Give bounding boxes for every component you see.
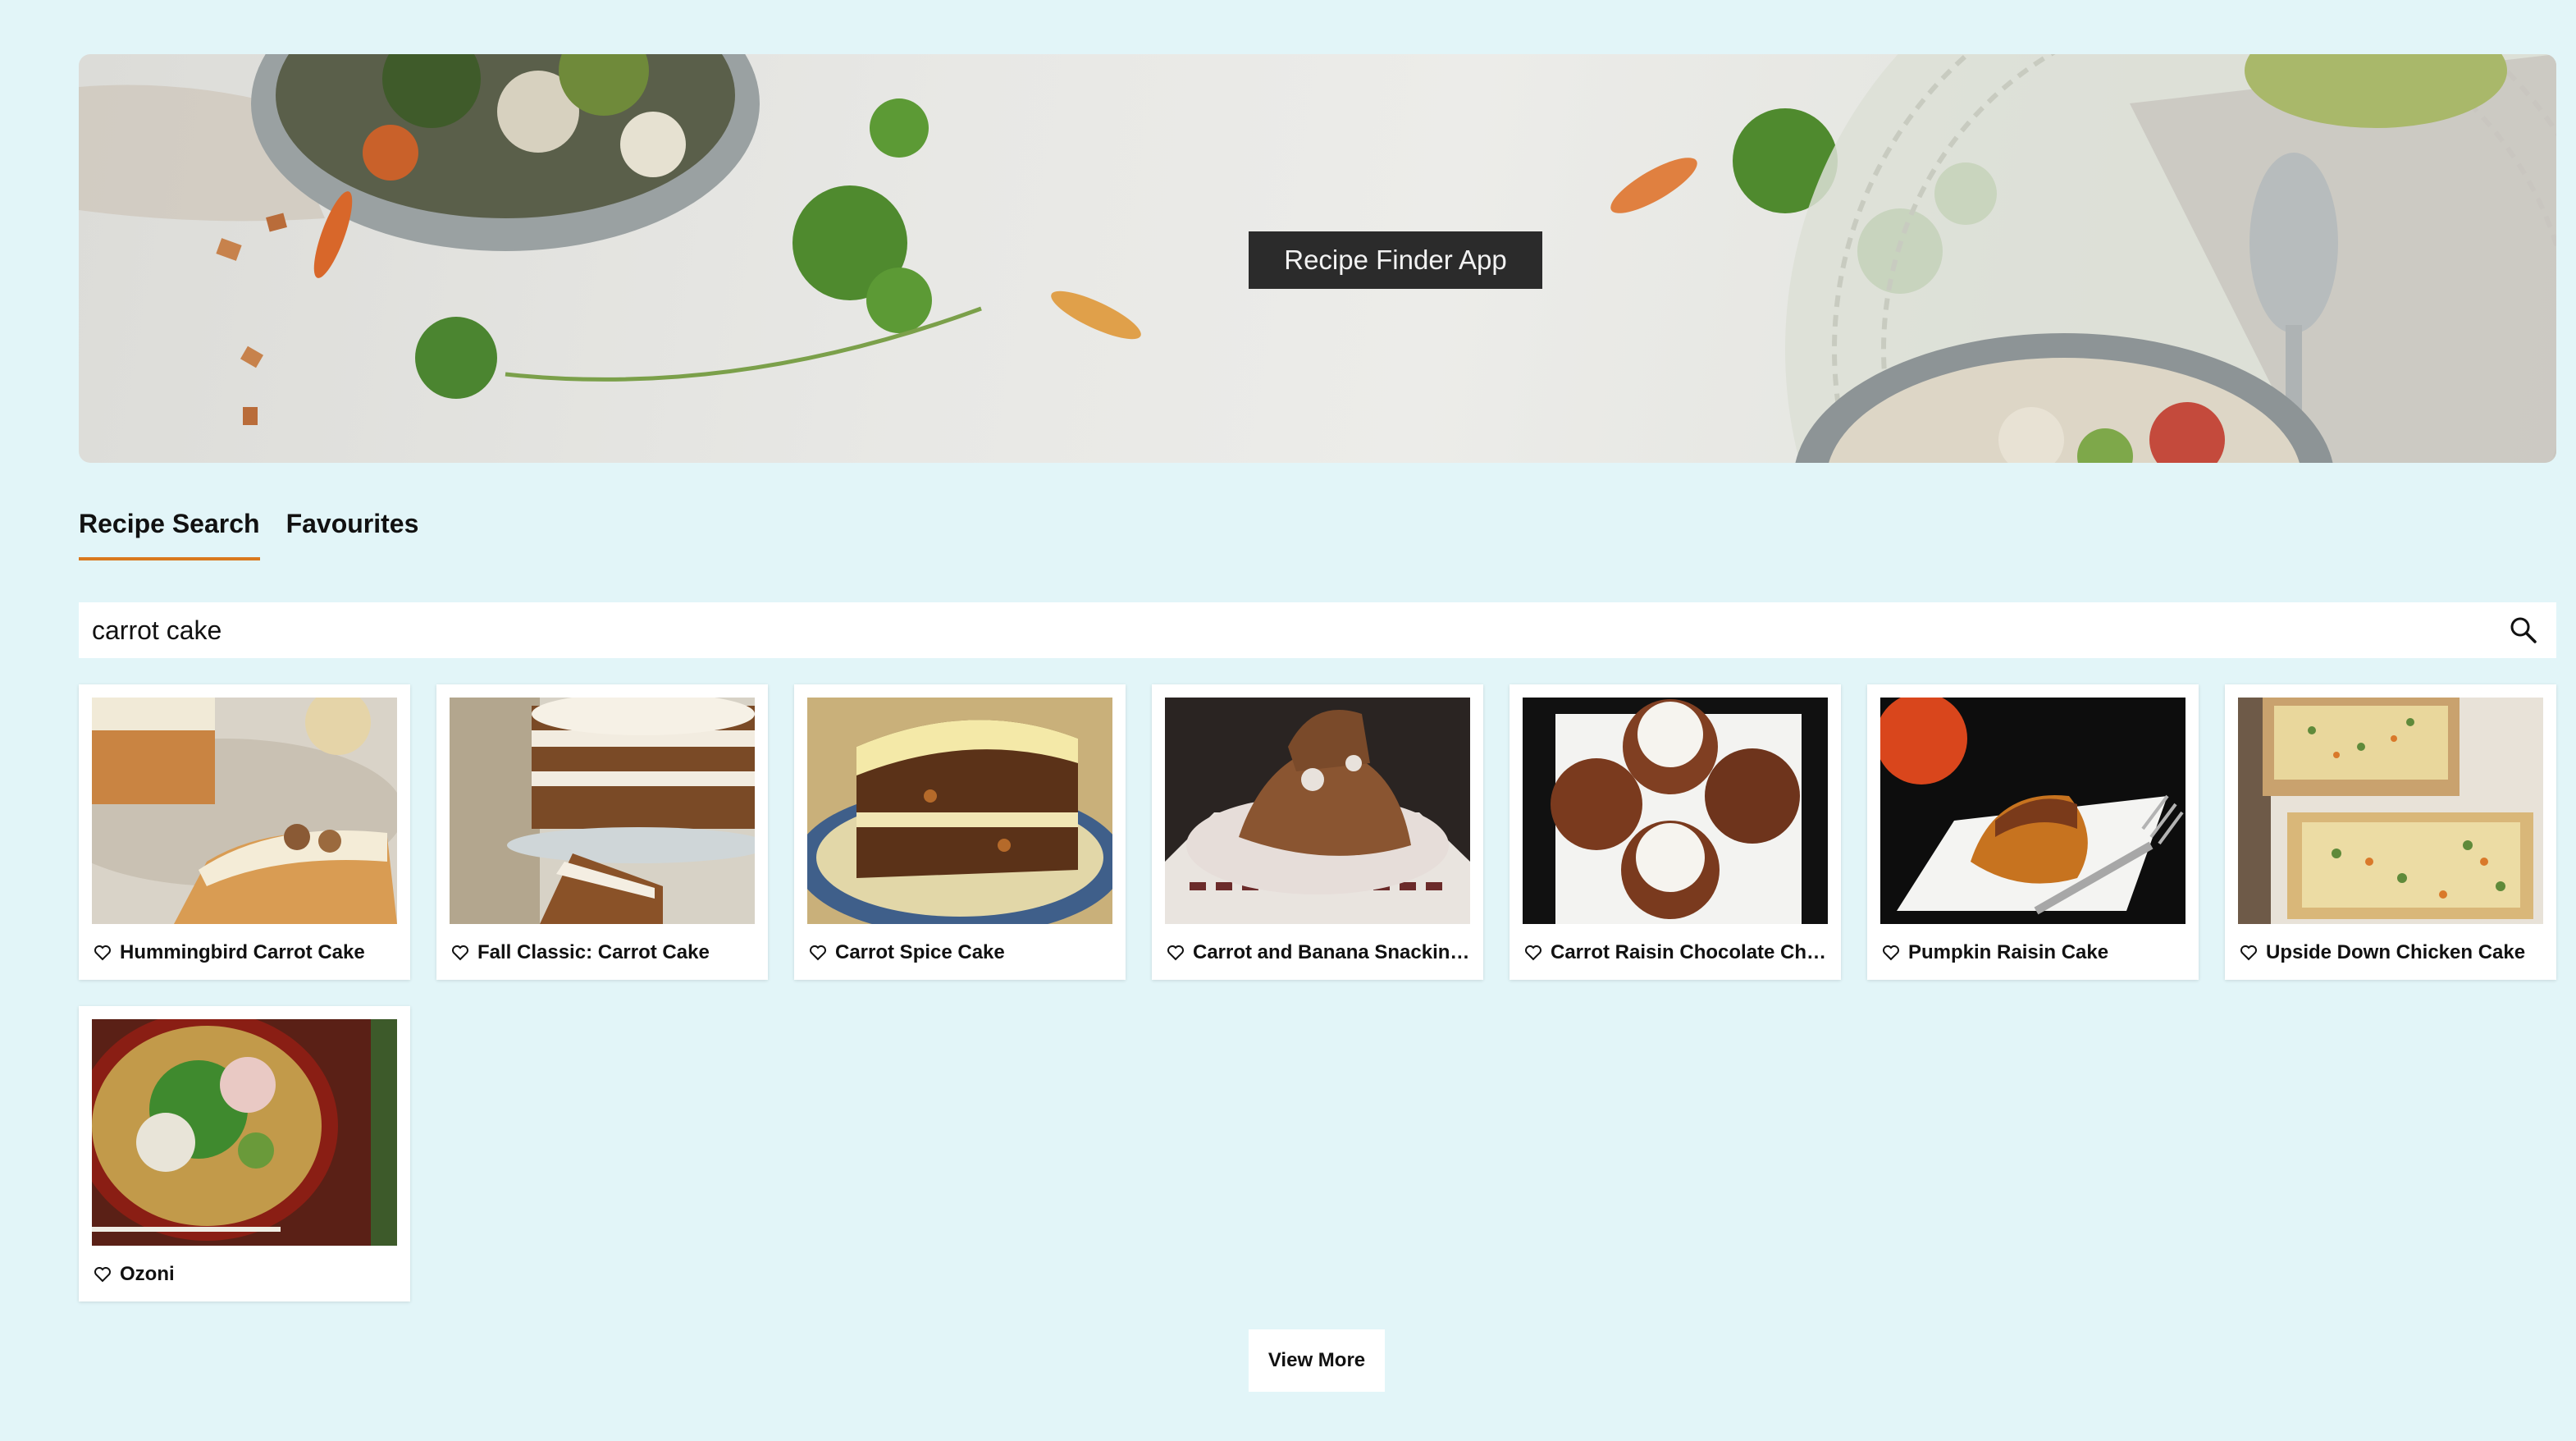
recipe-card[interactable]: Carrot Raisin Chocolate Chip Cookies xyxy=(1510,684,1841,980)
recipe-image xyxy=(807,698,1112,924)
recipe-card[interactable]: Carrot and Banana Snacking Cake xyxy=(1152,684,1483,980)
view-more-button[interactable]: View More xyxy=(1249,1329,1385,1392)
search-icon[interactable] xyxy=(2509,615,2538,645)
recipe-title: Fall Classic: Carrot Cake xyxy=(477,941,710,963)
recipe-card[interactable]: Carrot Spice Cake xyxy=(794,684,1126,980)
recipe-card[interactable]: Ozoni xyxy=(79,1006,410,1301)
heart-icon[interactable] xyxy=(1167,945,1185,961)
recipe-image xyxy=(92,698,397,924)
search-bar xyxy=(79,602,2556,658)
recipe-title: Hummingbird Carrot Cake xyxy=(120,941,365,963)
recipe-card[interactable]: Fall Classic: Carrot Cake xyxy=(436,684,768,980)
app-title: Recipe Finder App xyxy=(1249,231,1542,289)
tab-recipe-search[interactable]: Recipe Search xyxy=(79,509,260,560)
recipe-card[interactable]: Upside Down Chicken Cake xyxy=(2225,684,2556,980)
heart-icon[interactable] xyxy=(809,945,827,961)
heart-icon[interactable] xyxy=(2240,945,2258,961)
heart-icon[interactable] xyxy=(1524,945,1542,961)
recipe-card[interactable]: Hummingbird Carrot Cake xyxy=(79,684,410,980)
recipe-title: Carrot Spice Cake xyxy=(835,941,1005,963)
heart-icon[interactable] xyxy=(94,945,112,961)
search-input[interactable] xyxy=(79,602,2509,658)
heart-icon[interactable] xyxy=(451,945,469,961)
recipe-title: Pumpkin Raisin Cake xyxy=(1908,941,2109,963)
recipe-title: Ozoni xyxy=(120,1263,175,1285)
recipe-image xyxy=(450,698,755,924)
heart-icon[interactable] xyxy=(1882,945,1900,961)
hero-banner: Recipe Finder App xyxy=(79,54,2556,463)
recipe-image xyxy=(1165,698,1470,924)
recipe-title: Upside Down Chicken Cake xyxy=(2266,941,2526,963)
recipe-image xyxy=(1523,698,1828,924)
tab-bar: Recipe Search Favourites xyxy=(79,509,418,560)
recipe-title: Carrot Raisin Chocolate Chip Cookies xyxy=(1551,941,1828,963)
recipe-image xyxy=(2238,698,2543,924)
recipe-card[interactable]: Pumpkin Raisin Cake xyxy=(1867,684,2199,980)
recipe-image xyxy=(1880,698,2185,924)
tab-favourites[interactable]: Favourites xyxy=(286,509,419,560)
heart-icon[interactable] xyxy=(94,1266,112,1283)
recipe-finder-page: Recipe Finder App Recipe Search Favourit… xyxy=(0,0,2576,1441)
recipe-image xyxy=(92,1019,397,1246)
recipe-title: Carrot and Banana Snacking Cake xyxy=(1193,941,1470,963)
